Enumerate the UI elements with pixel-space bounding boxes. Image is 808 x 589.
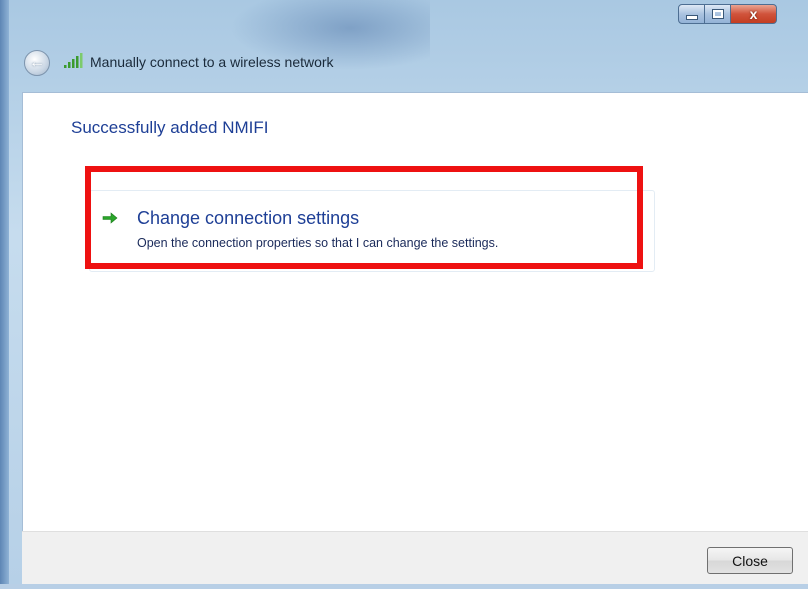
wireless-signal-icon xyxy=(64,53,83,68)
window-title: Manually connect to a wireless network xyxy=(90,54,334,70)
maximize-icon xyxy=(711,9,724,19)
maximize-button[interactable] xyxy=(705,4,731,24)
close-button[interactable]: Close xyxy=(707,547,793,574)
window-left-edge xyxy=(0,0,9,589)
footer-bar: Close xyxy=(22,531,808,589)
caption-buttons: x xyxy=(678,4,777,26)
page-heading: Successfully added NMIFI xyxy=(71,118,269,137)
green-arrow-icon xyxy=(102,212,118,224)
minimize-icon xyxy=(685,15,698,20)
change-connection-settings-option[interactable]: Change connection settings Open the conn… xyxy=(89,190,655,272)
window-bottom-edge xyxy=(0,584,808,589)
back-button[interactable]: ← xyxy=(24,50,50,76)
minimize-button[interactable] xyxy=(678,4,705,24)
option-title: Change connection settings xyxy=(137,208,360,228)
close-icon: x xyxy=(749,6,758,22)
option-description: Open the connection properties so that I… xyxy=(137,236,499,250)
content-area: Successfully added NMIFI Change connecti… xyxy=(22,92,808,531)
back-arrow-icon: ← xyxy=(29,53,45,71)
close-window-button[interactable]: x xyxy=(731,4,777,24)
